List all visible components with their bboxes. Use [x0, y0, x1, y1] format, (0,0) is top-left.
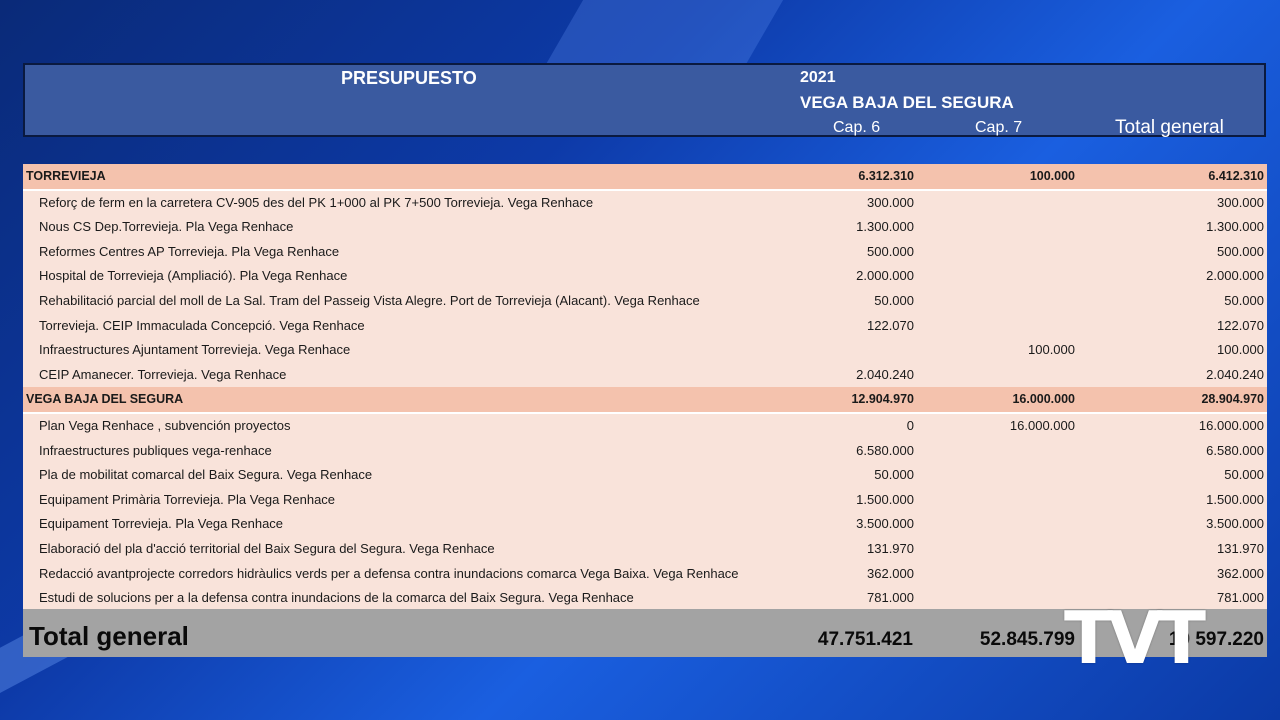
- table-row: CEIP Amanecer. Torrevieja. Vega Renhace …: [23, 363, 1267, 388]
- table-row: Reforç de ferm en la carretera CV-905 de…: [23, 191, 1267, 216]
- table-row: Infraestructures publiques vega-renhace …: [23, 439, 1267, 464]
- column-header-total: Total general: [1115, 117, 1224, 138]
- row-total: 781.000: [1217, 590, 1264, 606]
- row-cap6: 781.000: [867, 590, 914, 606]
- row-label: Redacció avantprojecte corredors hidràul…: [39, 565, 739, 581]
- row-total: 28.904.970: [1201, 392, 1264, 407]
- tvt-logo: TVT: [1064, 596, 1206, 680]
- table-row: Equipament Torrevieja. Pla Vega Renhace …: [23, 512, 1267, 537]
- budget-table: TORREVIEJA 6.312.310 100.000 6.412.310 R…: [23, 164, 1267, 611]
- row-label: CEIP Amanecer. Torrevieja. Vega Renhace: [39, 366, 287, 382]
- row-cap6: 1.500.000: [856, 491, 914, 507]
- row-total: 1.500.000: [1206, 491, 1264, 507]
- row-label: Rehabilitació parcial del moll de La Sal…: [39, 292, 700, 308]
- row-cap6: 0: [906, 417, 914, 433]
- table-row: Rehabilitació parcial del moll de La Sal…: [23, 289, 1267, 314]
- row-total: 3.500.000: [1206, 516, 1264, 532]
- row-total: 6.412.310: [1208, 169, 1264, 183]
- row-cap6: 500.000: [867, 243, 914, 259]
- row-cap6: 6.312.310: [858, 169, 914, 183]
- row-total: 2.040.240: [1206, 366, 1264, 382]
- total-label: Total general: [29, 621, 189, 651]
- group-row-vega-baja: VEGA BAJA DEL SEGURA 12.904.970 16.000.0…: [23, 387, 1267, 414]
- row-label: VEGA BAJA DEL SEGURA: [26, 392, 184, 407]
- row-cap6: 2.040.240: [856, 366, 914, 382]
- row-cap6: 6.580.000: [856, 442, 914, 458]
- row-label: Nous CS Dep.Torrevieja. Pla Vega Renhace: [39, 219, 294, 235]
- table-row: Plan Vega Renhace , subvención proyectos…: [23, 414, 1267, 439]
- row-label: Infraestructures publiques vega-renhace: [39, 442, 272, 458]
- row-cap6: 300.000: [867, 194, 914, 210]
- table-row: Nous CS Dep.Torrevieja. Pla Vega Renhace…: [23, 215, 1267, 240]
- row-cap6: 50.000: [874, 467, 914, 483]
- row-total: 2.000.000: [1206, 268, 1264, 284]
- row-total: 6.580.000: [1206, 442, 1264, 458]
- row-label: Pla de mobilitat comarcal del Baix Segur…: [39, 467, 373, 483]
- row-label: Equipament Torrevieja. Pla Vega Renhace: [39, 516, 284, 532]
- table-row: Reformes Centres AP Torrevieja. Pla Vega…: [23, 240, 1267, 265]
- table-row: Elaboració del pla d'acció territorial d…: [23, 537, 1267, 562]
- row-cap6: 362.000: [867, 565, 914, 581]
- row-label: Equipament Primària Torrevieja. Pla Vega…: [39, 491, 336, 507]
- table-row: Hospital de Torrevieja (Ampliació). Pla …: [23, 264, 1267, 289]
- row-total: 50.000: [1224, 467, 1264, 483]
- row-total: 500.000: [1217, 243, 1264, 259]
- column-header-cap6: Cap. 6: [833, 119, 881, 136]
- row-total: 16.000.000: [1198, 417, 1264, 433]
- row-label: Hospital de Torrevieja (Ampliació). Pla …: [39, 268, 348, 284]
- row-total: 1.300.000: [1206, 219, 1264, 235]
- row-label: Infraestructures Ajuntament Torrevieja. …: [39, 342, 351, 358]
- row-cap6: 12.904.970: [851, 392, 914, 407]
- row-label: TORREVIEJA: [26, 169, 106, 183]
- row-total: 131.970: [1217, 540, 1264, 556]
- header-year: 2021: [800, 69, 836, 86]
- row-total: 300.000: [1217, 194, 1264, 210]
- table-header: PRESUPUESTO 2021 VEGA BAJA DEL SEGURA Ca…: [23, 63, 1266, 138]
- row-label: Reformes Centres AP Torrevieja. Pla Vega…: [39, 243, 340, 259]
- total-cap6: 47.751.421: [817, 629, 913, 650]
- column-header-cap7: Cap. 7: [975, 119, 1023, 136]
- group-row-torrevieja: TORREVIEJA 6.312.310 100.000 6.412.310: [23, 164, 1267, 191]
- row-label: Estudi de solucions per a la defensa con…: [39, 590, 634, 606]
- table-row: Infraestructures Ajuntament Torrevieja. …: [23, 338, 1267, 363]
- header-title: PRESUPUESTO: [341, 68, 477, 88]
- row-label: Torrevieja. CEIP Immaculada Concepció. V…: [39, 317, 365, 333]
- row-total: 122.070: [1217, 317, 1264, 333]
- row-cap6: 2.000.000: [856, 268, 914, 284]
- row-cap6: 50.000: [874, 292, 914, 308]
- total-cap7: 52.845.799: [979, 629, 1075, 650]
- row-cap7: 100.000: [1028, 342, 1075, 358]
- row-cap6: 122.070: [867, 317, 914, 333]
- row-total: 100.000: [1217, 342, 1264, 358]
- table-row: Equipament Primària Torrevieja. Pla Vega…: [23, 488, 1267, 513]
- table-row: Pla de mobilitat comarcal del Baix Segur…: [23, 463, 1267, 488]
- header-region: VEGA BAJA DEL SEGURA: [800, 93, 1014, 112]
- row-cap6: 1.300.000: [856, 219, 914, 235]
- row-cap6: 3.500.000: [856, 516, 914, 532]
- table-row: Torrevieja. CEIP Immaculada Concepció. V…: [23, 314, 1267, 339]
- row-total: 50.000: [1224, 292, 1264, 308]
- row-label: Plan Vega Renhace , subvención proyectos: [39, 417, 291, 433]
- row-total: 362.000: [1217, 565, 1264, 581]
- row-cap7: 16.000.000: [1012, 392, 1075, 407]
- row-cap7: 100.000: [1029, 169, 1075, 183]
- row-cap7: 16.000.000: [1009, 417, 1075, 433]
- row-label: Reforç de ferm en la carretera CV-905 de…: [39, 194, 594, 210]
- row-cap6: 131.970: [867, 540, 914, 556]
- row-label: Elaboració del pla d'acció territorial d…: [39, 540, 495, 556]
- table-row: Redacció avantprojecte corredors hidràul…: [23, 562, 1267, 587]
